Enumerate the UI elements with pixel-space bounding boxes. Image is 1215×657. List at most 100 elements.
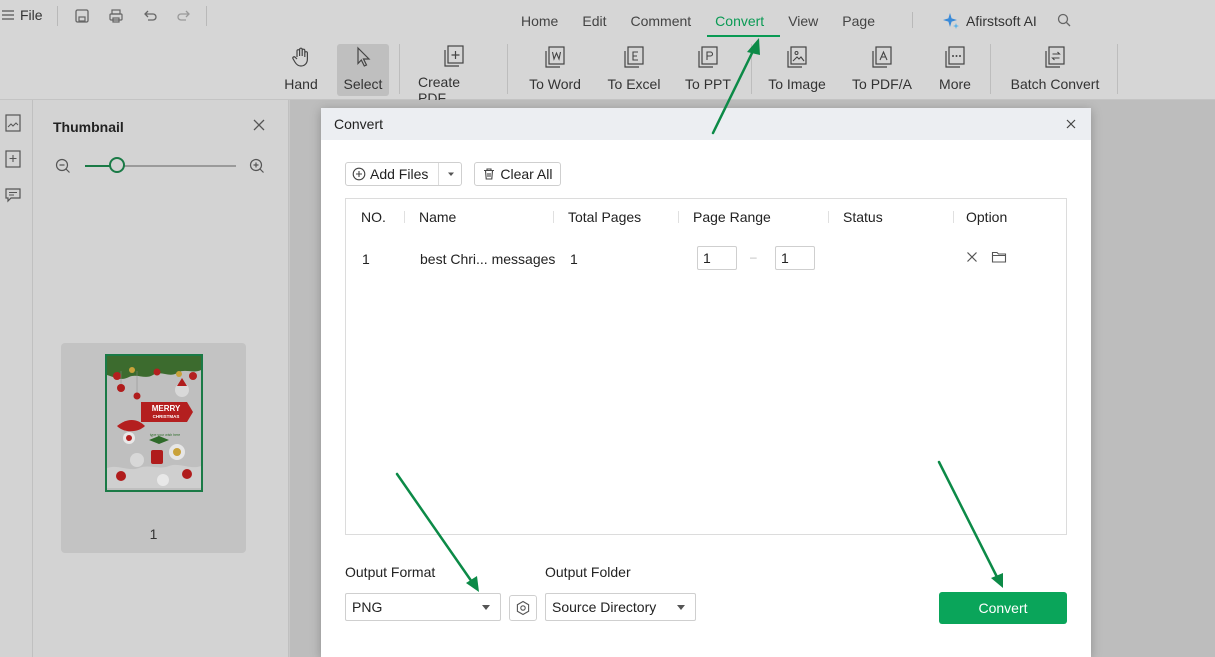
thumbnail-card-subtitle: CHRISTMAS <box>153 414 180 419</box>
file-table: NO. Name Total Pages Page Range Status O… <box>345 198 1067 535</box>
divider <box>751 44 752 94</box>
file-menu-button[interactable]: File <box>2 7 43 23</box>
tab-page[interactable]: Page <box>842 13 875 33</box>
hamburger-icon <box>2 10 14 20</box>
close-icon[interactable] <box>252 118 266 135</box>
more-icon <box>942 44 968 70</box>
file-name: best Chri... messages <box>420 251 556 267</box>
select-tool-button[interactable]: Select <box>337 44 389 96</box>
divider <box>57 6 58 26</box>
divider <box>206 6 207 26</box>
tab-edit[interactable]: Edit <box>582 13 606 33</box>
divider <box>438 163 440 185</box>
column-header-name: Name <box>419 209 457 225</box>
batch-convert-icon <box>1042 44 1068 70</box>
column-header-total-pages: Total Pages <box>568 209 642 225</box>
column-header-status: Status <box>843 209 883 225</box>
tab-convert[interactable]: Convert <box>707 13 781 37</box>
to-excel-button[interactable]: To Excel <box>606 44 662 96</box>
page-range-from-input[interactable]: 1 <box>697 246 737 270</box>
chevron-down-icon[interactable] <box>447 170 455 178</box>
ribbon-toolbar: Hand Select Create PDF To Word To Excel … <box>0 40 1215 106</box>
divider <box>507 44 508 94</box>
folder-icon[interactable] <box>991 250 1007 267</box>
create-pdf-icon <box>441 44 467 68</box>
print-icon[interactable] <box>107 7 125 25</box>
tab-view[interactable]: View <box>788 13 818 33</box>
to-image-icon <box>784 44 810 70</box>
output-folder-value: Source Directory <box>552 599 657 615</box>
page-number: 1 <box>149 526 158 542</box>
to-pdfa-label: To PDF/A <box>852 76 912 92</box>
clear-all-label: Clear All <box>500 166 553 182</box>
divider <box>399 44 400 94</box>
to-excel-label: To Excel <box>607 76 661 92</box>
add-circle-icon <box>352 167 366 181</box>
cursor-icon <box>350 44 376 70</box>
caret-down-icon <box>677 605 685 610</box>
to-ppt-label: To PPT <box>685 76 731 92</box>
settings-icon <box>516 600 530 616</box>
to-word-button[interactable]: To Word <box>526 44 584 96</box>
zoom-slider-handle[interactable] <box>108 157 125 173</box>
divider <box>912 12 913 28</box>
convert-button[interactable]: Convert <box>939 592 1067 624</box>
tab-home[interactable]: Home <box>521 13 558 33</box>
save-icon[interactable] <box>73 7 91 25</box>
zoom-in-icon[interactable] <box>249 158 265 177</box>
comment-panel-icon[interactable] <box>4 186 22 204</box>
clear-all-button[interactable]: Clear All <box>474 162 561 186</box>
to-ppt-button[interactable]: To PPT <box>684 44 732 96</box>
divider <box>553 211 554 223</box>
create-pdf-button[interactable]: Create PDF <box>418 44 490 106</box>
tab-comment[interactable]: Comment <box>630 13 691 33</box>
page-range-to-input[interactable]: 1 <box>775 246 815 270</box>
row-number: 1 <box>362 251 370 267</box>
to-image-button[interactable]: To Image <box>766 44 828 96</box>
output-format-select[interactable]: PNG <box>345 593 501 621</box>
to-pdfa-button[interactable]: To PDF/A <box>850 44 914 96</box>
format-settings-button[interactable] <box>509 595 537 621</box>
to-ppt-icon <box>695 44 721 70</box>
add-files-label: Add Files <box>370 166 429 182</box>
divider <box>1117 44 1118 94</box>
dialog-header: Convert <box>321 108 1091 140</box>
thumbnail-panel-icon[interactable] <box>4 114 22 132</box>
remove-icon[interactable] <box>965 250 979 267</box>
column-header-no: NO. <box>361 209 386 225</box>
batch-convert-button[interactable]: Batch Convert <box>1008 44 1102 96</box>
ai-assistant-button[interactable]: Afirstsoft AI <box>942 12 1037 30</box>
zoom-slider-track[interactable] <box>85 165 236 167</box>
menu-row: File Home Edit Comment Convert View Page… <box>0 0 1215 37</box>
zoom-out-icon[interactable] <box>55 158 71 177</box>
undo-icon[interactable] <box>141 7 159 25</box>
to-word-icon <box>542 44 568 70</box>
output-format-value: PNG <box>352 599 383 615</box>
thumbnail-title: Thumbnail <box>53 119 124 135</box>
thumbnail-card-title: MERRY <box>152 404 181 413</box>
table-row[interactable]: 1 best Chri... messages 1 1 – 1 <box>346 237 1066 281</box>
thumbnail-card-note: type your wish here <box>150 433 180 437</box>
add-files-button[interactable]: Add Files <box>345 162 463 186</box>
dialog-title: Convert <box>334 116 384 132</box>
file-actions: Add Files Clear All <box>345 162 561 186</box>
sparkle-icon <box>943 13 959 29</box>
output-folder-select[interactable]: Source Directory <box>545 593 696 621</box>
column-header-option: Option <box>966 209 1008 225</box>
ai-assistant-label: Afirstsoft AI <box>966 13 1037 29</box>
divider <box>953 211 954 223</box>
hand-tool-button[interactable]: Hand <box>280 44 322 96</box>
more-button[interactable]: More <box>935 44 975 96</box>
trash-icon <box>484 168 495 180</box>
redo-icon[interactable] <box>175 7 193 25</box>
select-tool-label: Select <box>343 76 383 92</box>
batch-convert-label: Batch Convert <box>1010 76 1100 92</box>
search-icon[interactable] <box>1057 13 1071 30</box>
output-folder-label: Output Folder <box>545 564 631 580</box>
bookmark-panel-icon[interactable] <box>4 150 22 168</box>
page-thumbnail[interactable]: MERRY CHRISTMAS type your wish here 1 <box>61 343 246 553</box>
close-icon[interactable] <box>1065 117 1077 133</box>
divider <box>990 44 991 94</box>
hand-icon <box>288 44 314 70</box>
to-image-label: To Image <box>768 76 826 92</box>
